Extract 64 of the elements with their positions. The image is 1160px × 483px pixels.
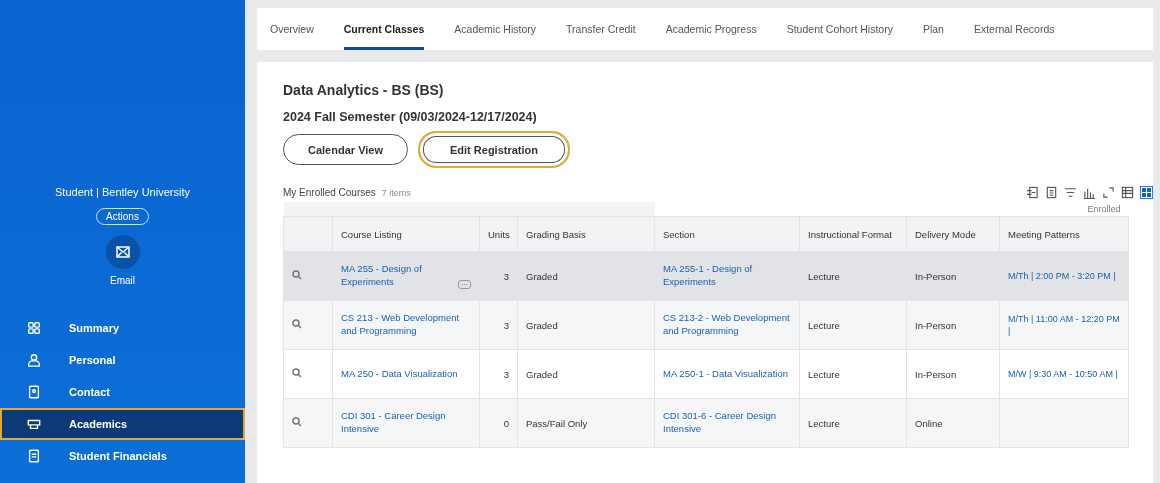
filter-icon[interactable] [1064,186,1077,199]
grid-icon [27,321,41,335]
person-icon [27,353,41,367]
column-header: Delivery Mode [906,216,1000,252]
tab[interactable]: Academic History [454,8,536,50]
table-cell: Graded [517,300,655,350]
table-cell: In-Person [906,349,1000,399]
email-button[interactable] [105,235,140,269]
sidebar-item[interactable]: Personal [0,344,245,376]
table-cell: Lecture [799,398,907,448]
expand-icon[interactable] [1102,186,1115,199]
table-cell: 3 [479,300,518,350]
tab[interactable]: External Records [973,8,1055,50]
table-cell: Online [906,398,1000,448]
sidebar-item[interactable]: Summary [0,312,245,344]
envelope-icon [115,246,130,258]
column-group-header: Enrolled [1087,204,1121,214]
column-header: Units [479,216,518,252]
tab[interactable]: Transfer Credit [566,8,636,50]
tab[interactable]: Current Classes [343,8,425,50]
column-header: Course Listing [332,216,480,252]
column-header: Meeting Patterns [999,216,1129,252]
sidebar-item[interactable]: Academics [0,408,245,440]
column-header: Grading Basis [517,216,655,252]
search-icon[interactable] [292,417,302,427]
program-title: Data Analytics - BS (BS) [283,82,445,98]
item-count: 7 items [381,187,412,198]
table-cell: In-Person [906,300,1000,350]
bar-chart-icon[interactable] [1083,186,1096,199]
sidebar-item[interactable]: Student Financials [0,440,245,472]
table-cell: Lecture [799,349,907,399]
table-cell: Pass/Fail Only [517,398,655,448]
list-view-icon[interactable] [1121,186,1134,199]
grid-view-icon[interactable] [1140,186,1153,199]
tab[interactable]: Plan [922,8,944,50]
table-cell: Graded [517,251,655,301]
document-icon [27,449,41,463]
column-header: Instructional Format [799,216,907,252]
contact-card-icon [27,385,41,399]
action-button[interactable]: Edit Registration [418,131,570,168]
export-icon[interactable] [1026,186,1039,199]
table-cell: Graded [517,349,655,399]
table-cell: 3 [479,251,518,301]
sidebar-item[interactable]: Contact [0,376,245,408]
table-cell: In-Person [906,251,1000,301]
profile-subtitle: Student | Bentley University [55,186,190,198]
email-label: Email [110,275,135,286]
search-icon[interactable] [292,368,302,378]
table-cell: 0 [479,398,518,448]
table-title: My Enrolled Courses [283,187,376,198]
action-button[interactable]: Calendar View [283,134,408,165]
course-link[interactable]: MA 255 - Design of Experiments [341,263,455,289]
tab[interactable]: Academic Progress [665,8,757,50]
graduation-cap-icon [27,417,41,431]
document-icon[interactable] [1045,186,1058,199]
search-icon[interactable] [292,270,302,280]
column-header: Section [654,216,800,252]
search-icon[interactable] [292,319,302,329]
table-cell: Lecture [799,251,907,301]
semester-title: 2024 Fall Semester (09/03/2024-12/17/2024) [283,110,538,124]
tab[interactable]: Overview [270,8,314,50]
table-cell: Lecture [799,300,907,350]
tab[interactable]: Student Cohort History [786,8,893,50]
table-cell: 3 [479,349,518,399]
